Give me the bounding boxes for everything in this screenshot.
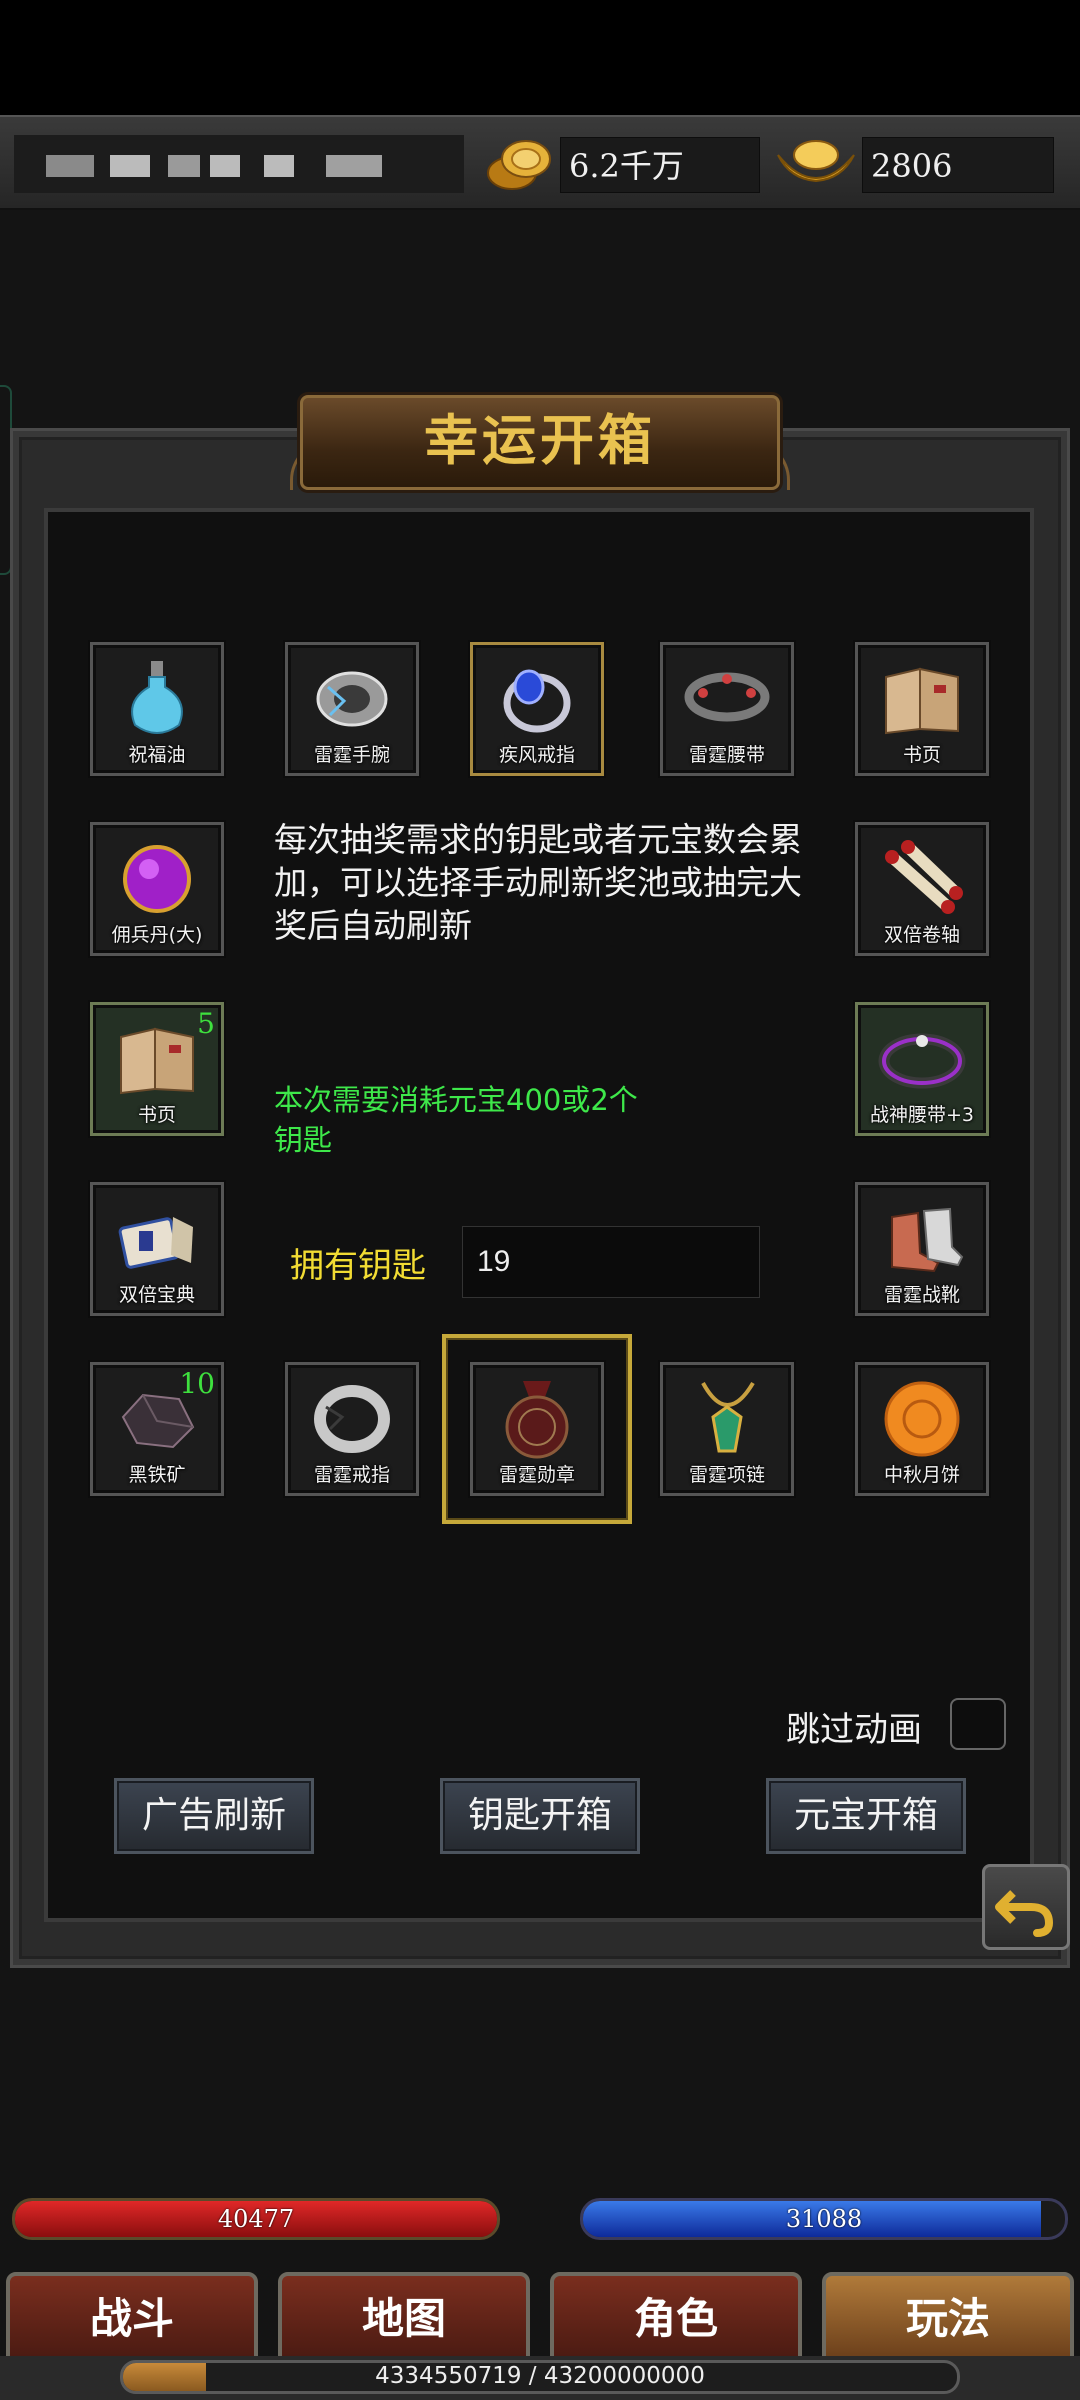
hp-bar: 40477 [12, 2198, 500, 2240]
gold-amount: 6.2千万 [560, 137, 760, 193]
thunder-medal-icon [505, 1381, 569, 1459]
tab-character[interactable]: 角色 [550, 2272, 802, 2364]
double-scroll-icon [885, 840, 963, 914]
player-name-blurred [14, 135, 464, 193]
item-slot[interactable]: 雷霆戒指 [285, 1362, 419, 1496]
keys-label: 拥有钥匙 [290, 1246, 426, 1286]
cost-text: 本次需要消耗元宝400或2个钥匙 [274, 1083, 638, 1157]
item-label: 双倍宝典 [118, 1284, 195, 1306]
mooncake-icon [884, 1381, 960, 1457]
item-slot[interactable]: 雷霆战靴 [855, 1182, 989, 1316]
ingot-open-button[interactable]: 元宝开箱 [766, 1778, 966, 1854]
back-arrow-icon [995, 1890, 1054, 1937]
back-button[interactable] [982, 1864, 1070, 1950]
mp-value: 31088 [785, 2205, 863, 2233]
ingot-amount: 2806 [862, 137, 1054, 193]
keys-count-field[interactable] [462, 1226, 760, 1298]
item-label: 书页 [137, 1104, 176, 1126]
blessing-oil-icon [131, 661, 183, 734]
item-slot[interactable]: 书页 [855, 642, 989, 776]
book-page-icon [120, 1027, 194, 1095]
exp-value: 4334550719 / 43200000000 [375, 2363, 705, 2389]
resource-bar: 6.2千万 2806 [0, 115, 1080, 210]
item-label: 中秋月饼 [883, 1464, 960, 1486]
ad-refresh-button[interactable]: 广告刷新 [114, 1778, 314, 1854]
item-label: 祝福油 [128, 744, 186, 766]
mercenary-pill-icon [123, 845, 191, 913]
item-label: 佣兵丹(大) [111, 924, 203, 946]
item-label: 书页 [902, 744, 941, 766]
tab-gameplay[interactable]: 玩法 [822, 2272, 1074, 2364]
item-slot[interactable]: 10 黑铁矿 [90, 1362, 224, 1496]
item-slot[interactable]: 祝福油 [90, 642, 224, 776]
item-label: 雷霆战靴 [883, 1284, 960, 1306]
item-label: 雷霆勋章 [498, 1464, 575, 1486]
item-slot[interactable]: 双倍宝典 [90, 1182, 224, 1316]
gold-coin-icon [487, 140, 551, 190]
item-slot-selected[interactable]: 雷霆勋章 [470, 1362, 604, 1496]
item-slot[interactable]: 5 书页 [90, 1002, 224, 1136]
thunder-necklace-icon [701, 1381, 755, 1453]
gale-ring-icon [503, 669, 571, 733]
item-slot[interactable]: 雷霆手腕 [285, 642, 419, 776]
book-page-icon [885, 667, 959, 735]
thunder-boots-icon [891, 1207, 964, 1273]
war-god-belt-icon [878, 1033, 966, 1089]
skip-animation-checkbox[interactable] [950, 1698, 1006, 1750]
item-count: 10 [179, 1367, 215, 1400]
hp-value: 40477 [217, 2205, 295, 2233]
mp-bar: 31088 [580, 2198, 1068, 2240]
key-open-button[interactable]: 钥匙开箱 [440, 1778, 640, 1854]
item-label: 黑铁矿 [128, 1464, 186, 1486]
top-black-band [0, 0, 1080, 115]
skip-animation-label: 跳过动画 [786, 1710, 922, 1750]
item-label: 雷霆腰带 [688, 744, 765, 766]
tab-battle[interactable]: 战斗 [6, 2272, 258, 2364]
thunder-belt-icon [684, 672, 770, 722]
item-label: 疾风戒指 [498, 744, 575, 766]
item-slot-highlighted[interactable]: 疾风戒指 [470, 642, 604, 776]
thunder-ring-icon [314, 1385, 390, 1453]
item-label: 雷霆项链 [688, 1464, 765, 1486]
item-label: 雷霆手腕 [313, 744, 390, 766]
item-slot[interactable]: 雷霆腰带 [660, 642, 794, 776]
item-label: 双倍卷轴 [883, 924, 960, 946]
item-slot[interactable]: 佣兵丹(大) [90, 822, 224, 956]
item-slot[interactable]: 雷霆项链 [660, 1362, 794, 1496]
item-slot[interactable]: 双倍卷轴 [855, 822, 989, 956]
item-slot[interactable]: 战神腰带+3 [855, 1002, 989, 1136]
item-slot[interactable]: 中秋月饼 [855, 1362, 989, 1496]
item-label: 雷霆戒指 [313, 1464, 390, 1486]
item-count: 5 [197, 1007, 215, 1040]
tab-map[interactable]: 地图 [278, 2272, 530, 2364]
double-manual-icon [118, 1217, 193, 1269]
panel-title: 幸运开箱 [424, 409, 656, 472]
thunder-bracer-icon [316, 671, 388, 727]
gold-ingot-icon [777, 140, 855, 183]
item-label: 战神腰带+3 [869, 1104, 974, 1126]
description-text: 每次抽奖需求的钥匙或者元宝数会累加，可以选择手动刷新奖池或抽完大奖后自动刷新 [274, 820, 802, 945]
